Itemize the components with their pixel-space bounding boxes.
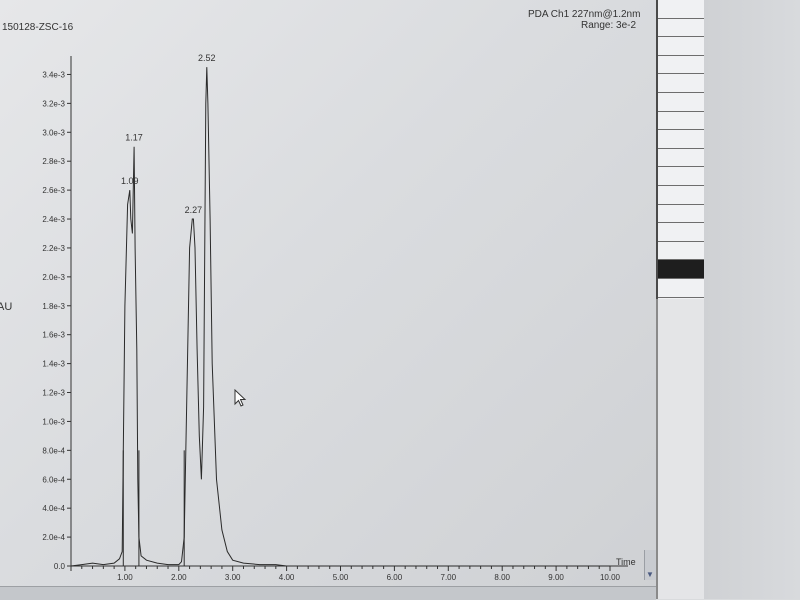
desktop-background	[704, 0, 800, 599]
y-tick-label: 0.0	[54, 562, 66, 571]
y-tick-label: 1.4e-3	[42, 360, 65, 369]
y-tick-label: 2.2e-3	[42, 244, 65, 253]
x-tick-label: 5.00	[333, 573, 349, 582]
peak-label: 1.09	[121, 176, 139, 186]
panel-row[interactable]	[658, 93, 704, 112]
scroll-down-arrow-icon[interactable]: ▼	[646, 570, 654, 579]
x-axis-label: Time	[616, 557, 636, 567]
y-tick-label: 2.8e-3	[42, 157, 65, 166]
channel-range: Range: 3e-2	[581, 20, 637, 31]
chromatogram-window: 0.0 2.0e-4 4.0e-4 6.0e-4 8.0e-4 1.0e-3 1.2e-3 1…	[0, 0, 657, 600]
y-tick-label: 3.2e-3	[42, 99, 65, 108]
y-tick-label: 2.6e-3	[42, 186, 65, 195]
x-tick-label: 2.00	[171, 573, 187, 582]
status-bar	[0, 586, 656, 600]
mouse-pointer-icon	[234, 389, 247, 407]
panel-row[interactable]	[658, 242, 704, 261]
y-tick-label: 2.4e-3	[42, 215, 65, 224]
x-tick-label: 1.00	[117, 573, 133, 582]
sample-id-label: 150128-ZSC-16	[2, 22, 74, 33]
y-tick-label: 1.2e-3	[42, 389, 65, 398]
panel-row[interactable]	[658, 56, 704, 75]
peak-label: 2.27	[185, 205, 203, 215]
panel-row[interactable]	[658, 112, 704, 131]
peak-list-panel[interactable]	[656, 0, 704, 299]
y-tick-label: 2.0e-3	[42, 273, 65, 282]
panel-row[interactable]	[658, 149, 704, 168]
x-tick-label: 10.00	[600, 573, 621, 582]
y-tick-label: 4.0e-4	[42, 504, 65, 513]
panel-row[interactable]	[658, 37, 704, 56]
panel-row[interactable]	[658, 19, 704, 38]
panel-row[interactable]	[658, 0, 704, 19]
panel-row[interactable]	[658, 130, 704, 149]
chromatogram-chart: 0.0 2.0e-4 4.0e-4 6.0e-4 8.0e-4 1.0e-3 1.2e-3 1…	[42, 53, 636, 582]
panel-row[interactable]	[658, 223, 704, 242]
x-tick-label: 7.00	[441, 573, 457, 582]
y-tick-label: 3.0e-3	[42, 128, 65, 137]
channel-title: PDA Ch1 227nm@1.2nm	[528, 9, 641, 20]
peak-label: 1.17	[125, 133, 143, 143]
x-tick-label: 6.00	[387, 573, 403, 582]
y-tick-label: 1.6e-3	[42, 331, 65, 340]
panel-row[interactable]	[658, 279, 704, 298]
side-panel-lower	[656, 299, 704, 599]
y-tick-label: 2.0e-4	[42, 533, 65, 542]
x-tick-label: 4.00	[279, 573, 295, 582]
y-tick-label: 3.4e-3	[42, 70, 65, 79]
panel-row[interactable]	[658, 167, 704, 186]
panel-row[interactable]	[658, 74, 704, 93]
y-tick-label: 8.0e-4	[42, 446, 65, 455]
panel-row-selected[interactable]	[658, 260, 704, 279]
chromatogram-trace	[70, 67, 610, 567]
x-tick-label: 8.00	[494, 573, 510, 582]
peak-label: 2.52	[198, 53, 216, 63]
y-axis-label: AU	[0, 301, 13, 313]
y-tick-label: 1.8e-3	[42, 302, 65, 311]
panel-row[interactable]	[658, 186, 704, 205]
panel-row[interactable]	[658, 205, 704, 224]
x-tick-label: 3.00	[225, 573, 241, 582]
x-tick-label: 9.00	[548, 573, 564, 582]
y-tick-label: 6.0e-4	[42, 475, 65, 484]
y-tick-label: 1.0e-3	[42, 417, 65, 426]
